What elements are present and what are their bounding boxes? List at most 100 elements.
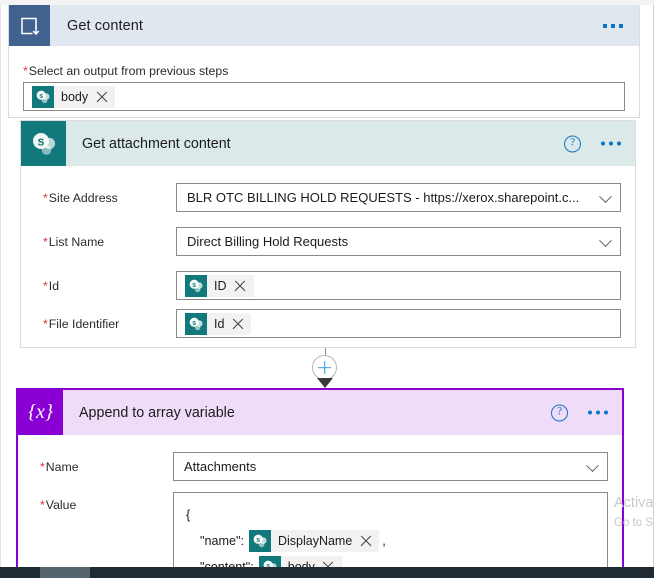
dot (596, 410, 600, 415)
taskbar-active-item[interactable] (40, 567, 90, 578)
required-asterisk: * (43, 278, 48, 293)
chevron-down-icon (599, 189, 612, 203)
variable-name-value: Attachments (184, 459, 257, 474)
append-overflow-button[interactable] (586, 405, 610, 421)
sharepoint-card-title: Get attachment content (82, 135, 231, 152)
id-input[interactable]: s ID (176, 271, 621, 300)
append-header-actions: ? (551, 404, 610, 421)
connector-arrow-head (317, 378, 333, 388)
get-content-icon (9, 5, 50, 46)
variable-name-dropdown[interactable]: Attachments (173, 452, 608, 481)
name-label: *Name (18, 460, 173, 474)
field-row-file-identifier: *File Identifier s Id (21, 309, 635, 338)
svg-text:s: s (37, 134, 44, 148)
site-address-label: *Site Address (21, 191, 176, 205)
id-label-text: Id (48, 278, 60, 293)
file-identifier-input[interactable]: s Id (176, 309, 621, 338)
field-row-site-address: *Site Address BLR OTC BILLING HOLD REQUE… (21, 183, 635, 212)
svg-text:s: s (192, 282, 196, 289)
token-label: Id (214, 316, 225, 331)
card-get-attachment-content[interactable]: s Get attachment content ? *Site Address… (20, 120, 636, 348)
remove-token-icon[interactable] (233, 278, 248, 293)
select-output-label: *Select an output from previous steps (23, 64, 639, 78)
dot (588, 410, 592, 415)
sharepoint-icon: s (185, 312, 207, 335)
json-key-name: "name": (200, 534, 244, 548)
dot (603, 23, 607, 28)
svg-text:s: s (192, 320, 196, 327)
list-name-label-text: List Name (48, 234, 105, 249)
field-row-id: *Id s ID (21, 271, 635, 300)
remove-token-icon[interactable] (230, 316, 245, 331)
json-line-open: { (186, 502, 607, 528)
required-asterisk: * (43, 316, 48, 331)
site-address-value: BLR OTC BILLING HOLD REQUESTS - https://… (187, 190, 580, 205)
name-label-text: Name (45, 459, 79, 474)
dot (619, 23, 623, 28)
select-output-label-text: Select an output from previous steps (28, 64, 229, 78)
token-label: DisplayName (277, 534, 353, 548)
id-label: *Id (21, 279, 176, 293)
select-output-input[interactable]: s body (23, 82, 625, 111)
field-row-name: *Name Attachments (18, 452, 622, 481)
sharepoint-overflow-button[interactable] (599, 136, 623, 152)
dot (601, 141, 605, 146)
card-get-content[interactable]: Get content *Select an output from previ… (8, 5, 640, 118)
chevron-down-icon (586, 458, 599, 472)
taskbar[interactable] (0, 567, 654, 578)
required-asterisk: * (43, 190, 48, 205)
sharepoint-icon: s (32, 85, 54, 108)
dot (611, 23, 615, 28)
get-content-overflow-button[interactable] (601, 18, 625, 34)
dot (604, 410, 608, 415)
required-asterisk: * (43, 234, 48, 249)
variable-braces-icon: {x} (18, 390, 63, 435)
flow-designer-screen: Get content *Select an output from previ… (0, 0, 654, 578)
remove-token-icon[interactable] (94, 89, 109, 104)
dynamic-token-id[interactable]: s ID (185, 274, 254, 297)
required-asterisk: * (40, 498, 45, 512)
value-editor[interactable]: { "name": s DisplayName , (173, 492, 608, 578)
field-row-list-name: *List Name Direct Billing Hold Requests (21, 227, 635, 256)
sharepoint-icon: s (248, 530, 271, 552)
get-content-body: *Select an output from previous steps s … (9, 46, 639, 111)
dynamic-token-displayname[interactable]: s DisplayName (248, 530, 380, 552)
help-icon[interactable]: ? (551, 404, 568, 421)
list-name-dropdown[interactable]: Direct Billing Hold Requests (176, 227, 621, 256)
dot (617, 141, 621, 146)
get-content-header[interactable]: Get content (9, 5, 639, 46)
chevron-down-icon (599, 233, 612, 247)
file-identifier-label: *File Identifier (21, 317, 176, 331)
remove-token-icon[interactable] (358, 534, 373, 549)
list-name-value: Direct Billing Hold Requests (187, 234, 349, 249)
value-label-text: Value (45, 498, 77, 512)
get-content-title: Get content (67, 17, 144, 34)
card-append-to-array-variable[interactable]: {x} Append to array variable ? *Name Att… (16, 388, 624, 578)
svg-text:s: s (39, 93, 43, 100)
svg-text:s: s (256, 537, 260, 544)
list-name-label: *List Name (21, 235, 176, 249)
add-step-button[interactable] (312, 355, 337, 380)
page-left-edge (0, 5, 1, 567)
required-asterisk: * (40, 459, 45, 474)
field-row-value: *Value { "name": s DisplayName , (18, 492, 622, 578)
json-line-name: "name": s DisplayName , (186, 528, 607, 554)
step-connector (312, 348, 338, 388)
append-card-title: Append to array variable (79, 404, 235, 421)
append-card-header[interactable]: {x} Append to array variable ? (18, 390, 622, 435)
dynamic-token-file-id[interactable]: s Id (185, 312, 252, 335)
required-asterisk: * (23, 64, 28, 78)
sharepoint-header-actions: ? (564, 135, 623, 152)
token-label: body (61, 89, 89, 104)
json-comma: , (382, 534, 386, 548)
file-identifier-label-text: File Identifier (48, 316, 120, 331)
dot (609, 141, 613, 146)
sharepoint-card-header[interactable]: s Get attachment content ? (21, 121, 635, 166)
site-address-dropdown[interactable]: BLR OTC BILLING HOLD REQUESTS - https://… (176, 183, 621, 212)
sharepoint-icon: s (21, 121, 66, 166)
sharepoint-icon: s (185, 274, 207, 297)
token-label: ID (214, 278, 227, 293)
dynamic-token-body[interactable]: s body (32, 85, 116, 108)
site-address-label-text: Site Address (48, 190, 118, 205)
help-icon[interactable]: ? (564, 135, 581, 152)
